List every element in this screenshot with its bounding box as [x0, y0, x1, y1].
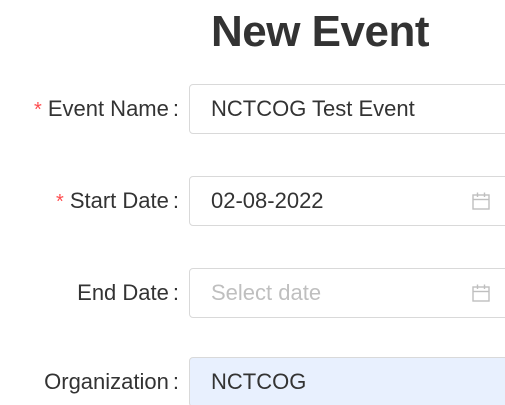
organization-label-text: Organization — [44, 369, 169, 394]
required-mark: * — [34, 99, 42, 121]
start-date-label: * Start Date: — [56, 175, 179, 227]
event-name-value: NCTCOG Test Event — [211, 96, 415, 121]
end-date-placeholder: Select date — [211, 280, 322, 305]
end-date-picker[interactable]: Select date — [189, 268, 505, 318]
label-colon: : — [172, 96, 179, 121]
new-event-form-page: New Event * Event Name: NCTCOG Test Event… — [0, 0, 505, 405]
label-colon: : — [172, 280, 179, 305]
event-name-label-text: Event Name — [47, 96, 169, 121]
label-colon: : — [172, 188, 179, 213]
end-date-label: End Date: — [77, 267, 179, 319]
page-title: New Event — [210, 7, 430, 56]
start-date-value: 02-08-2022 — [211, 188, 324, 213]
start-date-picker[interactable]: 02-08-2022 — [189, 176, 505, 226]
start-date-label-text: Start Date — [69, 188, 169, 213]
label-colon: : — [172, 369, 179, 394]
calendar-icon[interactable] — [471, 283, 491, 303]
required-mark: * — [56, 191, 64, 213]
event-name-input[interactable]: NCTCOG Test Event — [189, 84, 505, 134]
event-name-label: * Event Name: — [34, 83, 179, 135]
organization-input[interactable]: NCTCOG — [189, 357, 505, 405]
organization-value: NCTCOG — [211, 369, 307, 394]
end-date-label-text: End Date — [77, 280, 169, 305]
calendar-icon[interactable] — [471, 191, 491, 211]
organization-label: Organization: — [44, 356, 179, 405]
